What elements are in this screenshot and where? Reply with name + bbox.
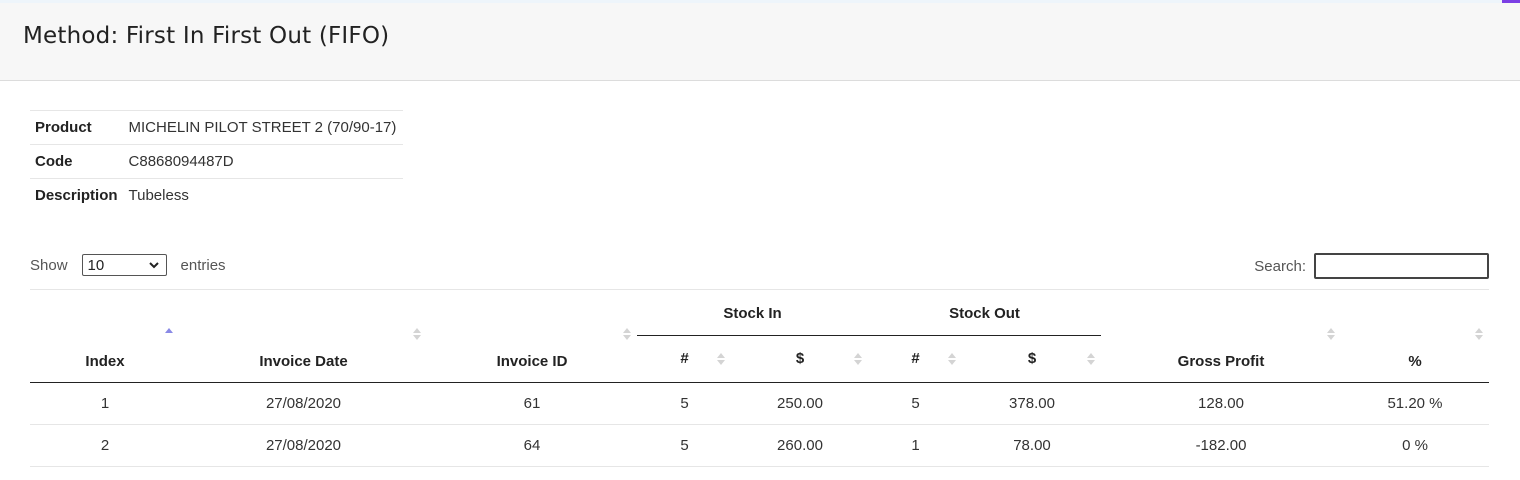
search-input[interactable] bbox=[1314, 253, 1489, 279]
cell-index: 2 bbox=[30, 424, 180, 467]
cell-gross-profit: -182.00 bbox=[1101, 424, 1341, 467]
product-info-table: Product MICHELIN PILOT STREET 2 (70/90-1… bbox=[30, 110, 404, 213]
cell-invoice-id: 61 bbox=[427, 382, 637, 425]
column-header-label: # bbox=[680, 350, 689, 367]
column-header-label: $ bbox=[795, 350, 805, 367]
column-header-label: Invoice Date bbox=[259, 352, 348, 370]
cell-stock-in-amount: 250.00 bbox=[732, 382, 868, 425]
column-header-stock-in-qty[interactable]: # bbox=[637, 335, 732, 383]
cell-invoice-id: 64 bbox=[427, 424, 637, 467]
column-header-gross-profit[interactable]: Gross Profit bbox=[1101, 290, 1341, 383]
column-header-label: Gross Profit bbox=[1177, 352, 1265, 370]
sort-ascending-icon bbox=[165, 328, 173, 333]
search-label: Search: bbox=[1254, 257, 1306, 275]
info-label: Product bbox=[30, 110, 124, 145]
column-header-invoice-id[interactable]: Invoice ID bbox=[427, 290, 637, 383]
sort-icon bbox=[948, 352, 956, 365]
cell-stock-out-amount: 378.00 bbox=[963, 382, 1101, 425]
table-row: 2 27/08/2020 64 5 260.00 1 78.00 -182.00… bbox=[30, 424, 1489, 467]
info-row-code: Code C8868094487D bbox=[30, 144, 404, 179]
info-label: Description bbox=[30, 178, 124, 213]
chevron-down-icon bbox=[148, 262, 159, 269]
cell-invoice-date: 27/08/2020 bbox=[180, 382, 427, 425]
info-value: Tubeless bbox=[123, 178, 404, 213]
group-header-stock-in: Stock In bbox=[637, 290, 868, 336]
page-title: Method: First In First Out (FIFO) bbox=[23, 23, 390, 49]
cell-stock-out-qty: 5 bbox=[868, 382, 963, 425]
column-header-label: Index bbox=[85, 352, 125, 370]
cell-stock-in-qty: 5 bbox=[637, 424, 732, 467]
column-header-label: % bbox=[1408, 352, 1422, 370]
search-control: Search: bbox=[1254, 253, 1489, 279]
fifo-table: Index Invoice Date Invoice ID Stock In S… bbox=[30, 290, 1489, 467]
column-header-label: $ bbox=[1027, 350, 1037, 367]
column-header-stock-in-amount[interactable]: $ bbox=[732, 335, 868, 383]
column-header-index[interactable]: Index bbox=[30, 290, 180, 383]
sort-icon bbox=[623, 328, 631, 340]
column-header-percent[interactable]: % bbox=[1341, 290, 1489, 383]
cell-stock-in-qty: 5 bbox=[637, 382, 732, 425]
entries-length-control: Show 10 entries bbox=[30, 254, 226, 276]
cell-percent: 51.20 % bbox=[1341, 382, 1489, 425]
column-header-label: # bbox=[911, 350, 920, 367]
info-row-product: Product MICHELIN PILOT STREET 2 (70/90-1… bbox=[30, 110, 404, 145]
sort-icon bbox=[1475, 328, 1483, 340]
table-row: 1 27/08/2020 61 5 250.00 5 378.00 128.00… bbox=[30, 382, 1489, 425]
sort-icon bbox=[1327, 328, 1335, 340]
column-header-label: Invoice ID bbox=[496, 352, 568, 370]
cell-stock-out-qty: 1 bbox=[868, 424, 963, 467]
info-label: Code bbox=[30, 144, 124, 179]
cell-gross-profit: 128.00 bbox=[1101, 382, 1341, 425]
info-value: C8868094487D bbox=[123, 144, 404, 179]
sort-icon bbox=[1087, 352, 1095, 365]
column-header-stock-out-amount[interactable]: $ bbox=[963, 335, 1101, 383]
sort-icon bbox=[413, 328, 421, 340]
info-row-description: Description Tubeless bbox=[30, 178, 404, 213]
card-header: Method: First In First Out (FIFO) bbox=[0, 3, 1520, 81]
cell-stock-in-amount: 260.00 bbox=[732, 424, 868, 467]
cell-percent: 0 % bbox=[1341, 424, 1489, 467]
entries-select[interactable]: 10 bbox=[81, 254, 167, 276]
cell-index: 1 bbox=[30, 382, 180, 425]
entries-label: entries bbox=[180, 256, 226, 274]
sort-icon bbox=[717, 352, 725, 365]
info-value: MICHELIN PILOT STREET 2 (70/90-17) bbox=[123, 110, 404, 145]
sort-icon bbox=[854, 352, 862, 365]
show-label: Show bbox=[30, 256, 68, 274]
entries-select-value: 10 bbox=[87, 256, 105, 274]
cell-invoice-date: 27/08/2020 bbox=[180, 424, 427, 467]
cell-stock-out-amount: 78.00 bbox=[963, 424, 1101, 467]
group-header-stock-out: Stock Out bbox=[868, 290, 1101, 336]
column-header-stock-out-qty[interactable]: # bbox=[868, 335, 963, 383]
column-header-invoice-date[interactable]: Invoice Date bbox=[180, 290, 427, 383]
